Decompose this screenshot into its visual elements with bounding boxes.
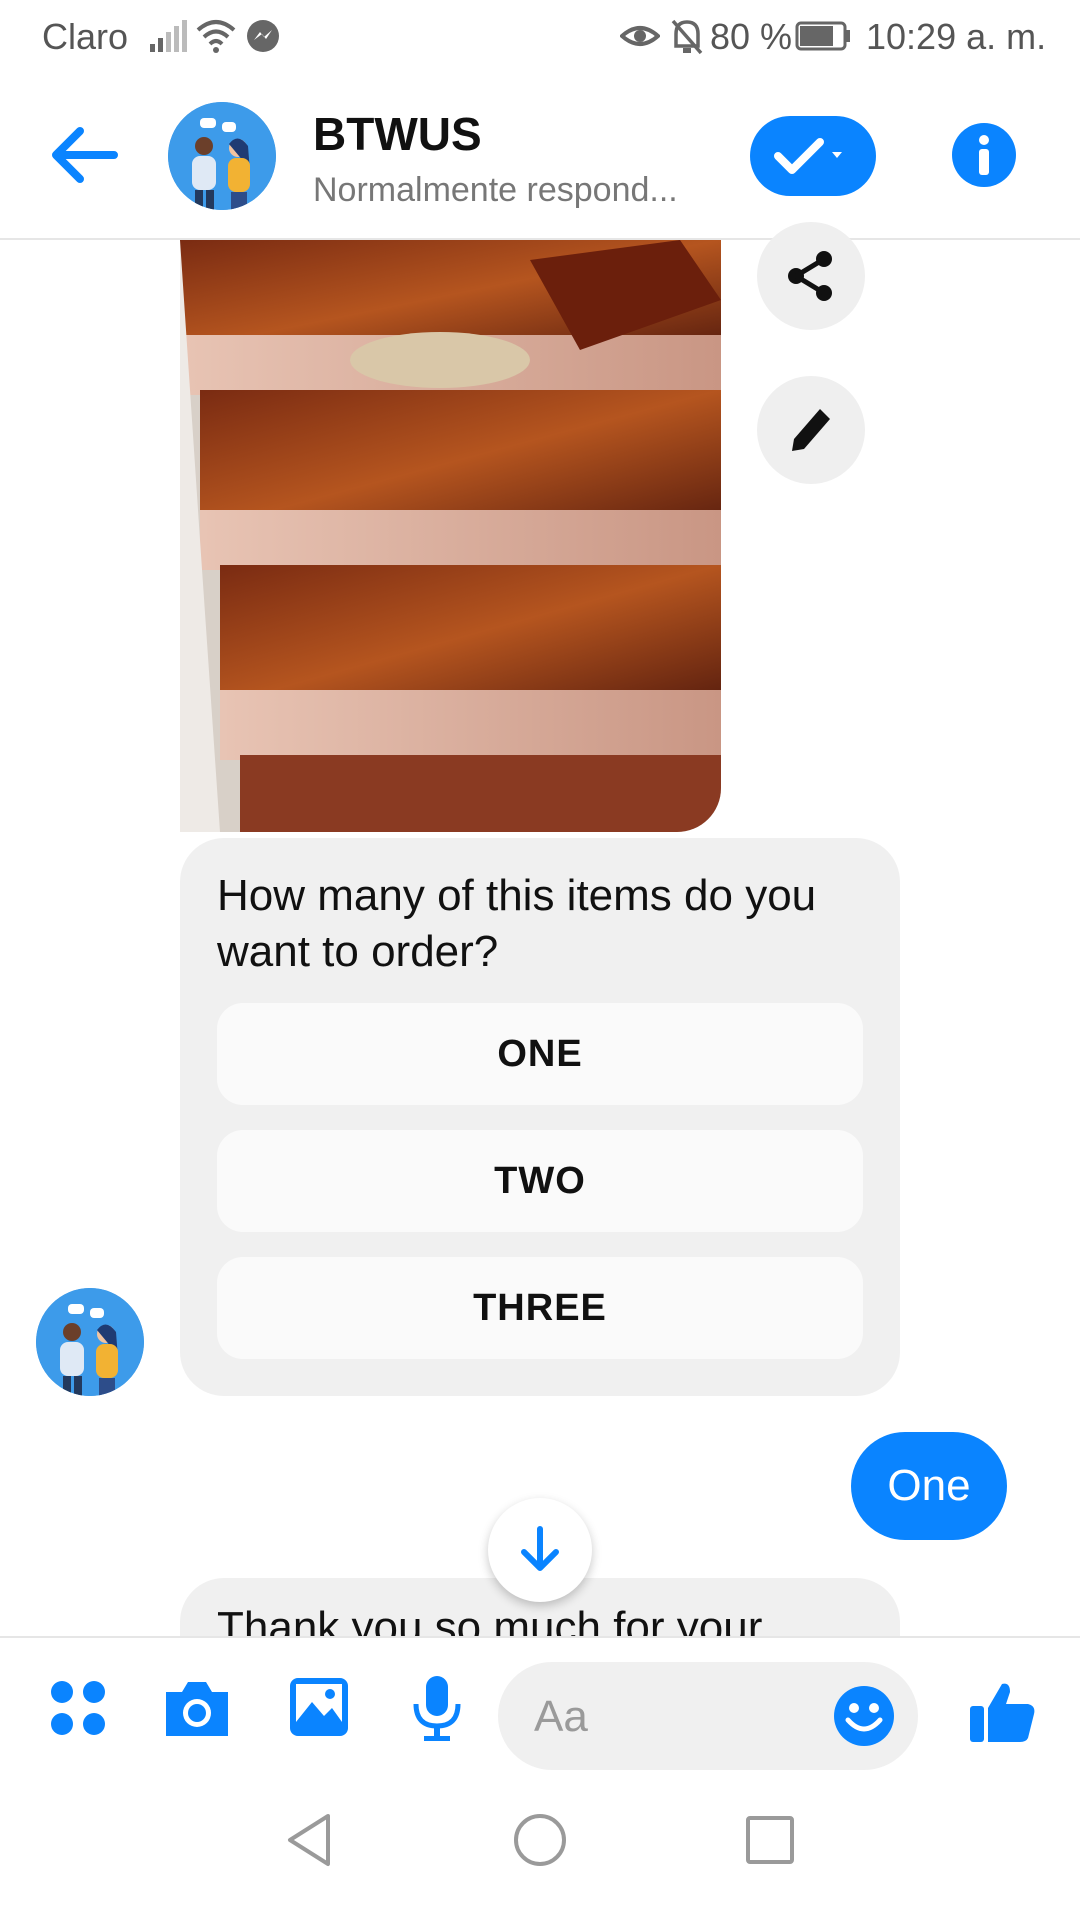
nav-recents-icon[interactable] [744, 1814, 796, 1866]
wifi-icon [196, 20, 236, 53]
android-nav-bar [0, 1770, 1080, 1920]
nav-back-icon[interactable] [284, 1812, 334, 1868]
eye-icon [620, 26, 660, 46]
mic-icon[interactable] [410, 1674, 464, 1742]
battery-icon [795, 21, 850, 51]
signal-icon [150, 20, 187, 52]
emoji-icon[interactable] [832, 1684, 896, 1748]
info-icon [979, 135, 989, 175]
sender-avatar [36, 1288, 144, 1396]
conversation-header: BTWUS Normalmente respond... [0, 75, 1080, 240]
info-button[interactable] [952, 123, 1016, 187]
check-dropdown-icon [774, 138, 842, 174]
camera-icon[interactable] [162, 1678, 232, 1738]
message-composer: Aa [0, 1636, 1080, 1770]
arrow-down-icon [521, 1526, 559, 1571]
check-dropdown-button[interactable] [750, 116, 876, 196]
scroll-to-bottom-button[interactable] [488, 1498, 592, 1602]
page-avatar[interactable] [168, 102, 276, 210]
quick-reply-one[interactable]: ONE [217, 1003, 863, 1105]
quick-reply-two[interactable]: TWO [217, 1130, 863, 1232]
food-photo[interactable] [180, 240, 721, 832]
question-text: How many of this items do you want to or… [217, 871, 817, 976]
food-photo-image [180, 240, 721, 832]
avatar-illustration-icon [168, 102, 276, 210]
apps-icon[interactable] [48, 1678, 108, 1738]
status-bar: Claro 80 % 10:29 a. m. [0, 0, 1080, 75]
back-arrow-icon[interactable] [50, 125, 118, 185]
bell-off-icon [671, 19, 703, 55]
page-subtitle: Normalmente respond... [313, 171, 678, 209]
messenger-icon [247, 20, 279, 52]
share-icon [788, 251, 832, 301]
thumbs-up-icon[interactable] [968, 1680, 1036, 1744]
quick-reply-three[interactable]: THREE [217, 1257, 863, 1359]
nav-home-icon[interactable] [512, 1812, 568, 1868]
message-input-field[interactable]: Aa [498, 1662, 918, 1770]
clock: 10:29 a. m. [866, 16, 1047, 57]
pencil-icon [792, 409, 830, 451]
page-title: BTWUS [313, 108, 482, 160]
share-button[interactable] [757, 222, 865, 330]
outgoing-message: One [851, 1432, 1007, 1540]
question-bubble: How many of this items do you want to or… [180, 838, 900, 1396]
edit-button[interactable] [757, 376, 865, 484]
battery-percent: 80 % [710, 16, 793, 57]
partial-message-text: Thank you so much for your [217, 1603, 763, 1636]
carrier-label: Claro [42, 16, 129, 57]
gallery-icon[interactable] [288, 1676, 350, 1738]
message-input-placeholder: Aa [534, 1692, 588, 1741]
avatar-illustration-icon [36, 1288, 144, 1396]
